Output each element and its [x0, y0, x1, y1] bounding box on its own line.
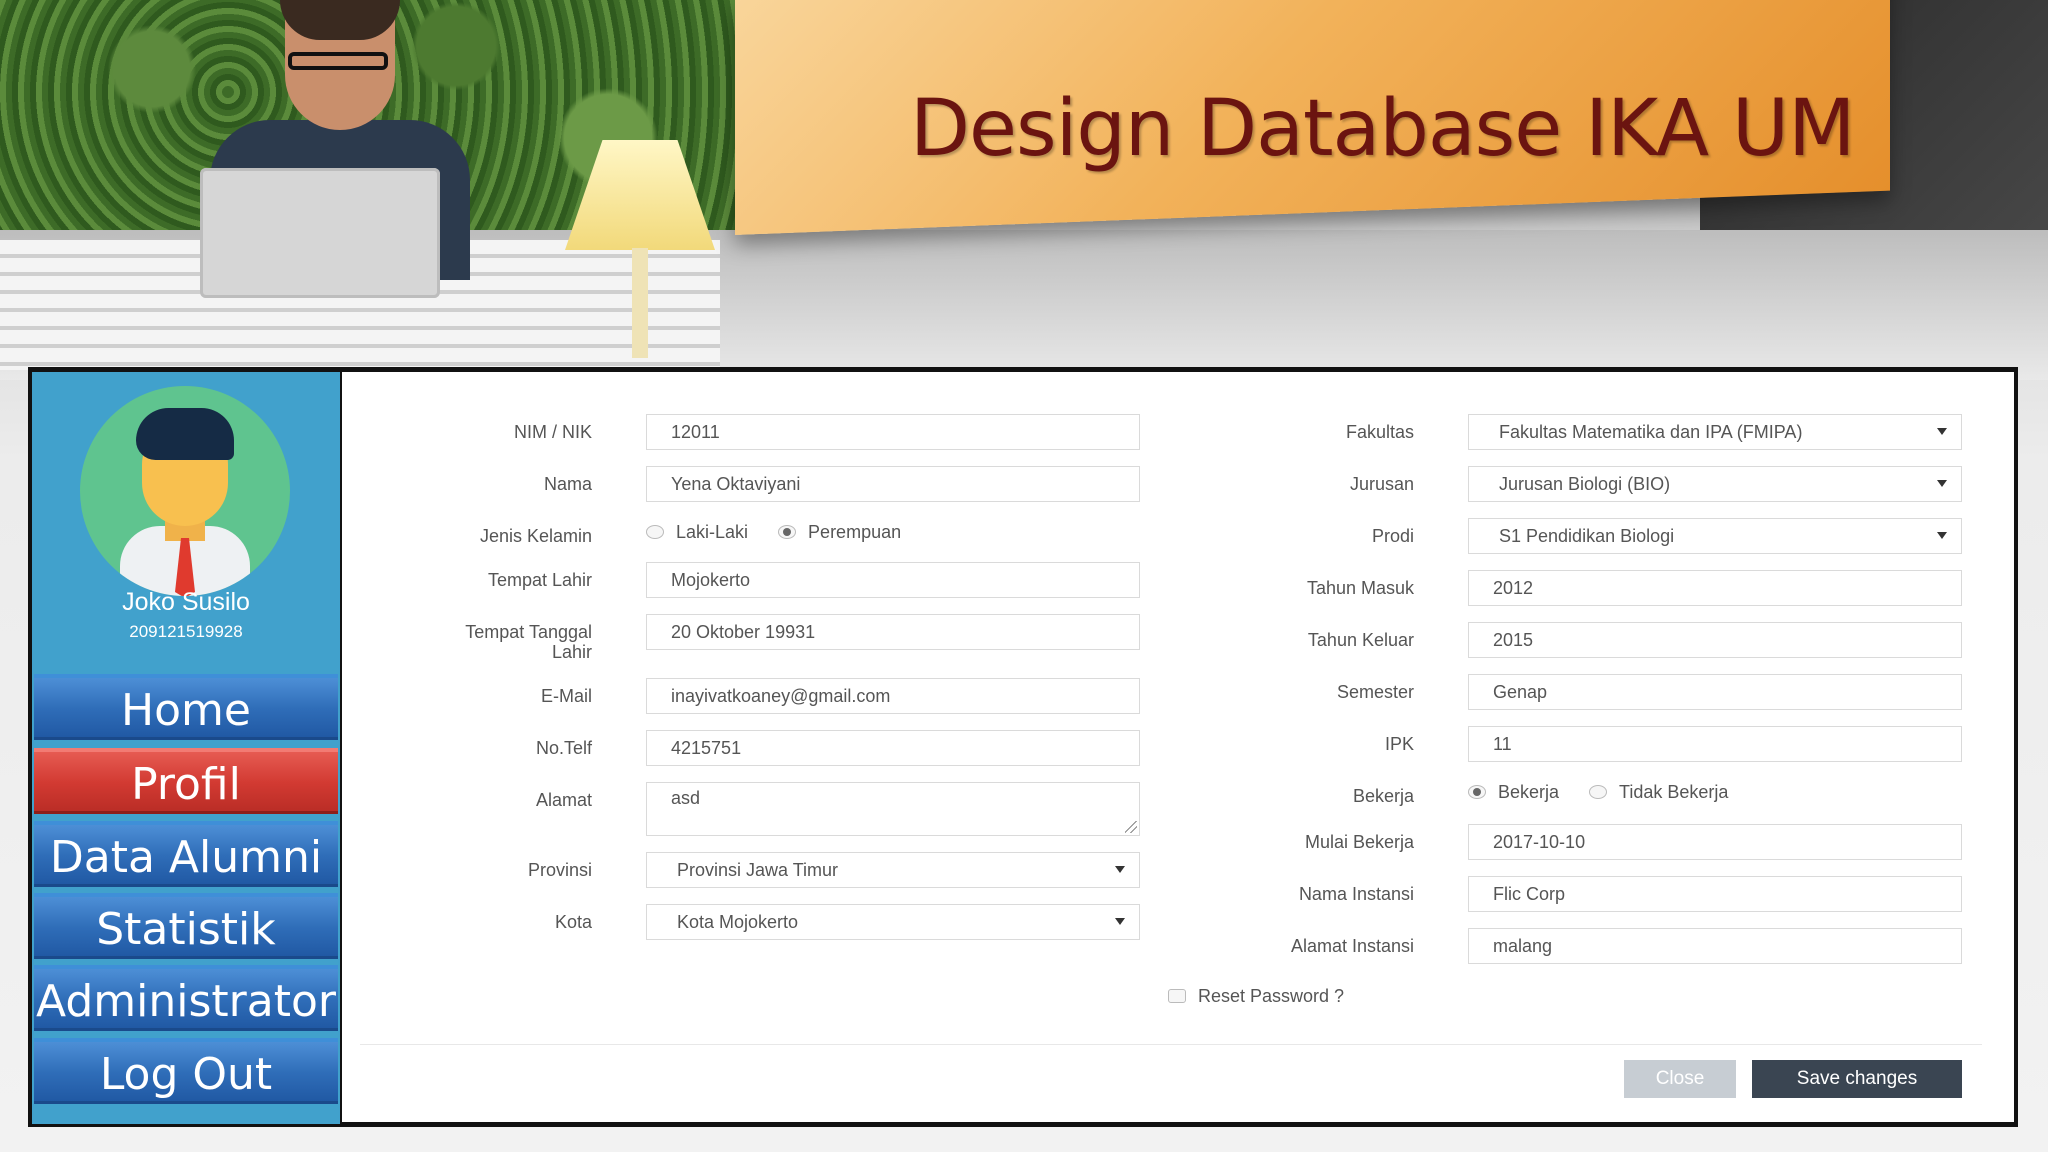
mulai-bekerja-field[interactable]: 2017-10-10	[1468, 824, 1962, 860]
nama-instansi-label: Nama Instansi	[1298, 884, 1414, 904]
alamat-instansi-field[interactable]: malang	[1468, 928, 1962, 964]
semester-label: Semester	[1336, 682, 1414, 702]
background-person-glasses	[288, 52, 388, 70]
prodi-label: Prodi	[1371, 526, 1414, 546]
radio-bekerja[interactable]	[1468, 785, 1486, 799]
alamat-textarea[interactable]: asd	[646, 782, 1140, 836]
sidebar-item-administrator[interactable]: Administrator	[34, 965, 338, 1031]
user-name: Joko Susilo	[122, 588, 250, 616]
telf-label: No.Telf	[535, 738, 592, 758]
reset-password-row: Reset Password ?	[1168, 984, 1344, 1008]
prodi-value: S1 Pendidikan Biologi	[1499, 526, 1675, 546]
tahun-keluar-field[interactable]: 2015	[1468, 622, 1962, 658]
sidebar-item-home[interactable]: Home	[34, 674, 338, 740]
radio-tidak-bekerja-label: Tidak Bekerja	[1619, 781, 1729, 802]
chevron-down-icon	[1937, 480, 1947, 487]
background-lamp-pole	[632, 248, 648, 358]
avatar-hair	[136, 408, 234, 460]
email-label: E-Mail	[540, 686, 592, 706]
slide-title: Design Database IKA UM	[910, 84, 1855, 174]
chevron-down-icon	[1937, 428, 1947, 435]
ttl-label-line-1: Tempat Tanggal	[465, 622, 592, 642]
alamat-label: Alamat	[535, 790, 592, 810]
fakultas-value: Fakultas Matematika dan IPA (FMIPA)	[1499, 422, 1803, 442]
jurusan-value: Jurusan Biologi (BIO)	[1499, 474, 1671, 494]
sidebar-item-data-alumni[interactable]: Data Alumni	[34, 821, 338, 887]
radio-tidak-bekerja[interactable]	[1589, 785, 1608, 799]
sidebar-item-statistik[interactable]: Statistik	[34, 893, 338, 959]
sidebar-item-profil[interactable]: Profil	[34, 748, 338, 814]
tahun-masuk-field[interactable]: 2012	[1468, 570, 1962, 606]
reset-password-label: Reset Password ?	[1198, 985, 1345, 1006]
ipk-field[interactable]: 11	[1468, 726, 1962, 762]
jenis-kelamin-radio-group: Laki-Laki Perempuan	[646, 520, 931, 544]
ttl-label: Tempat Tanggal Lahir	[342, 622, 592, 662]
tempat-lahir-label: Tempat Lahir	[487, 570, 592, 590]
sidebar-item-log-out[interactable]: Log Out	[34, 1038, 338, 1104]
bekerja-radio-group: Bekerja Tidak Bekerja	[1468, 780, 1758, 804]
prodi-select[interactable]: S1 Pendidikan Biologi	[1468, 518, 1962, 554]
footer-divider	[360, 1044, 1982, 1045]
jenis-kelamin-label: Jenis Kelamin	[479, 526, 592, 546]
radio-perempuan[interactable]	[778, 525, 797, 539]
close-button[interactable]: Close	[1624, 1060, 1736, 1098]
radio-laki-laki[interactable]	[646, 525, 664, 539]
alamat-value: asd	[671, 788, 701, 808]
user-id: 209121519928	[129, 622, 243, 641]
tempat-lahir-field[interactable]: Mojokerto	[646, 562, 1140, 598]
kota-select[interactable]: Kota Mojokerto	[646, 904, 1140, 940]
radio-laki-laki-label: Laki-Laki	[676, 521, 749, 542]
radio-perempuan-label: Perempuan	[808, 521, 902, 542]
provinsi-select[interactable]: Provinsi Jawa Timur	[646, 852, 1140, 888]
avatar	[80, 386, 290, 596]
nama-field[interactable]: Yena Oktaviyani	[646, 466, 1140, 502]
nama-label: Nama	[543, 474, 592, 494]
tahun-keluar-label: Tahun Keluar	[1307, 630, 1414, 650]
alamat-instansi-label: Alamat Instansi	[1290, 936, 1414, 956]
sidebar: Joko Susilo 209121519928 Home Profil Dat…	[32, 372, 340, 1124]
ttl-label-line-2: Lahir	[551, 642, 592, 662]
nama-instansi-field[interactable]: Flic Corp	[1468, 876, 1962, 912]
provinsi-label: Provinsi	[527, 860, 592, 880]
semester-field[interactable]: Genap	[1468, 674, 1962, 710]
nim-field[interactable]: 12011	[646, 414, 1140, 450]
fakultas-label: Fakultas	[1345, 422, 1414, 442]
kota-value: Kota Mojokerto	[677, 912, 799, 932]
save-changes-button[interactable]: Save changes	[1752, 1060, 1962, 1098]
jurusan-select[interactable]: Jurusan Biologi (BIO)	[1468, 466, 1962, 502]
telf-field[interactable]: 4215751	[646, 730, 1140, 766]
reset-password-checkbox[interactable]	[1168, 989, 1186, 1003]
ttl-field[interactable]: 20 Oktober 19931	[646, 614, 1140, 650]
background-laptop	[200, 168, 440, 298]
bekerja-label: Bekerja	[1352, 786, 1414, 806]
chevron-down-icon	[1937, 532, 1947, 539]
nim-label: NIM / NIK	[513, 422, 592, 442]
profile-form-panel: NIM / NIK 12011 Nama Yena Oktaviyani Jen…	[342, 372, 2014, 1122]
provinsi-value: Provinsi Jawa Timur	[677, 860, 839, 880]
tahun-masuk-label: Tahun Masuk	[1306, 578, 1414, 598]
ipk-label: IPK	[1384, 734, 1414, 754]
chevron-down-icon	[1115, 866, 1125, 873]
mulai-bekerja-label: Mulai Bekerja	[1304, 832, 1414, 852]
fakultas-select[interactable]: Fakultas Matematika dan IPA (FMIPA)	[1468, 414, 1962, 450]
radio-bekerja-label: Bekerja	[1498, 781, 1560, 802]
chevron-down-icon	[1115, 918, 1125, 925]
kota-label: Kota	[554, 912, 592, 932]
email-field[interactable]: inayivatkoaney@gmail.com	[646, 678, 1140, 714]
jurusan-label: Jurusan	[1349, 474, 1414, 494]
